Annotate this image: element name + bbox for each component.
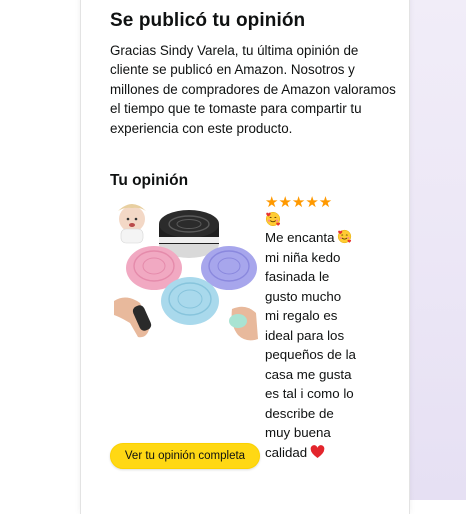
review-line: muy buena — [265, 425, 331, 440]
review-line: es tal i como lo — [265, 386, 354, 401]
review-line: ideal para los — [265, 327, 345, 343]
review-section-title: Tu opinión — [110, 172, 189, 189]
review-line: pequeños de la — [265, 347, 356, 362]
blue-cookie-toy — [161, 277, 219, 325]
red-heart-icon — [310, 444, 325, 458]
smiling-face-with-hearts-icon — [265, 211, 281, 227]
review-line: gusto mucho — [265, 288, 342, 304]
right-background — [410, 0, 466, 500]
review-line: fasinada le — [265, 269, 330, 284]
review-line: mi regalo es — [265, 308, 338, 323]
review-line: casa me gusta — [265, 366, 352, 382]
review-text: Me encanta mi niña kedo fasinada le gust… — [265, 228, 363, 462]
thank-you-message: Gracias Sindy Varela, tu última opinión … — [110, 43, 396, 136]
review-line: describe de — [265, 405, 334, 421]
review-line: Me encanta — [265, 228, 363, 248]
left-background — [0, 0, 80, 500]
review-line: mi niña kedo — [265, 249, 341, 265]
smiling-face-with-hearts-icon — [338, 229, 352, 244]
view-full-review-button[interactable]: Ver tu opinión completa — [110, 443, 260, 469]
page-title: Se publicó tu opinión — [110, 10, 306, 31]
product-image[interactable] — [110, 197, 260, 347]
review-line: calidad — [265, 443, 363, 463]
rating-stars: ★★★★★ — [265, 194, 333, 211]
